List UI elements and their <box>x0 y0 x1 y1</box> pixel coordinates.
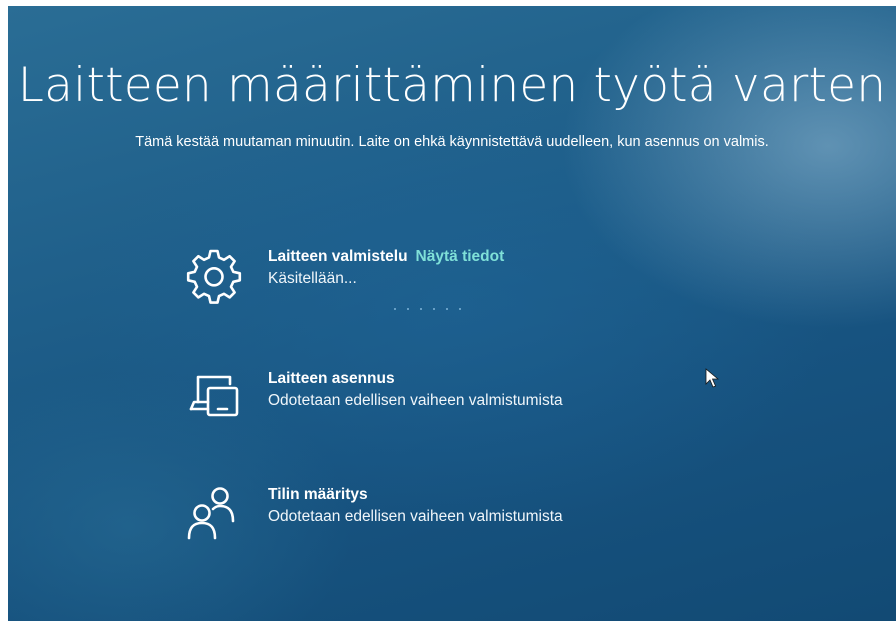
step-status: Käsitellään... <box>268 270 357 287</box>
progress-dot <box>433 308 435 310</box>
progress-dot <box>446 308 448 310</box>
people-icon <box>187 487 235 540</box>
step-status: Odotetaan edellisen vaiheen valmistumist… <box>268 392 563 409</box>
step-name: Laitteen asennus <box>268 370 395 387</box>
page-subtitle: Tämä kestää muutaman minuutin. Laite on … <box>135 134 769 150</box>
devices-icon <box>189 375 239 417</box>
step-name: Laitteen valmistelu <box>268 248 408 265</box>
page-title: Laitteen määrittäminen työtä varten <box>17 58 887 113</box>
progress-dot <box>420 308 422 310</box>
screen-photo: Laitteen määrittäminen työtä varten Tämä… <box>8 6 896 621</box>
step-device-setup: Laitteen asennus Odotetaan edellisen vai… <box>182 364 742 434</box>
mouse-pointer-icon <box>705 368 719 388</box>
step-device-preparation: Laitteen valmistelu Näytä tiedot Käsitell… <box>182 242 742 312</box>
step-text: Tilin määritys Odotetaan edellisen vaihe… <box>268 484 563 528</box>
progress-indicator <box>394 308 461 312</box>
progress-dot <box>394 308 396 310</box>
progress-dot <box>407 308 409 310</box>
setup-screen: Laitteen määrittäminen työtä varten Tämä… <box>8 6 896 621</box>
gear-icon <box>186 249 242 304</box>
step-text: Laitteen asennus Odotetaan edellisen vai… <box>268 368 563 412</box>
step-name: Tilin määritys <box>268 486 368 503</box>
progress-dot <box>459 308 461 310</box>
step-text: Laitteen valmistelu Näytä tiedot Käsitell… <box>268 246 504 290</box>
show-details-link[interactable]: Näytä tiedot <box>416 248 505 265</box>
step-account-setup: Tilin määritys Odotetaan edellisen vaihe… <box>182 480 742 550</box>
step-status: Odotetaan edellisen vaiheen valmistumist… <box>268 508 563 525</box>
